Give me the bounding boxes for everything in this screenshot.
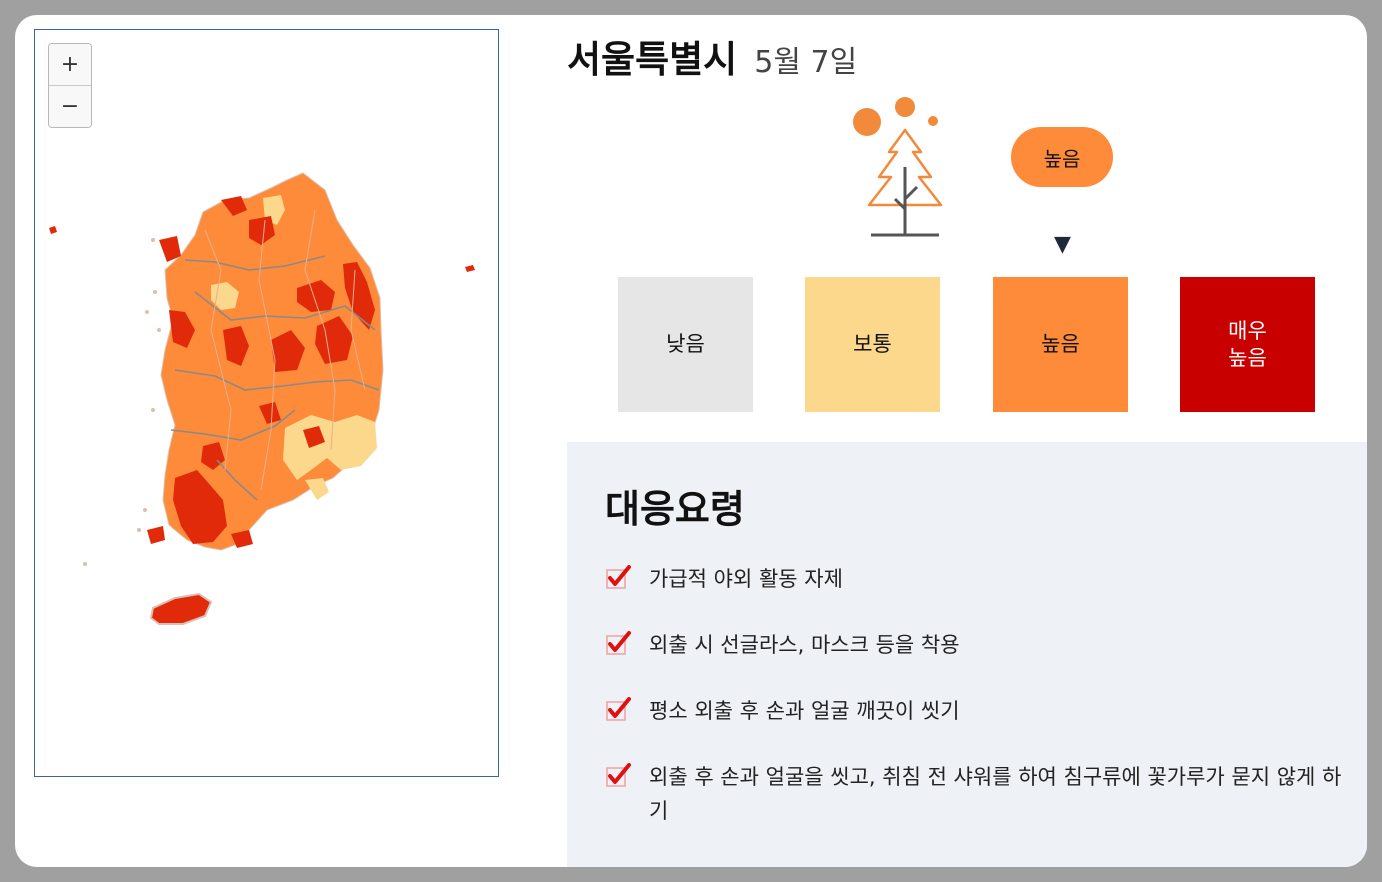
response-item: 평소 외출 후 손과 얼굴 깨끗이 씻기 [605,694,1345,728]
level-moderate: 보통 [805,277,940,412]
level-label: 매우 높음 [1228,318,1267,370]
zoom-out-button[interactable]: − [49,85,91,127]
header: 서울특별시 5월 7일 [567,29,857,83]
response-item-text: 평소 외출 후 손과 얼굴 깨끗이 씻기 [649,699,960,723]
ulleungdo-island [465,265,475,272]
red-checkmark-icon [606,631,631,655]
response-title: 대응요령 [605,487,745,531]
red-checkmark-icon [606,565,631,589]
pollen-tree-icon [853,97,943,237]
response-item: 외출 후 손과 얼굴을 씻고, 취침 전 샤워를 하여 침구류에 꽃가루가 묻지… [605,760,1345,828]
baengnyeong-island [49,226,57,234]
response-item: 외출 시 선글라스, 마스크 등을 착용 [605,628,1345,662]
response-item: 가급적 야외 활동 자제 [605,562,1345,596]
region-title: 서울특별시 [567,38,738,81]
level-label: 보통 [853,332,892,356]
current-level-badge: 높음 [1011,127,1113,187]
level-label: 낮음 [666,332,705,356]
red-checkmark-icon [606,697,631,721]
zoom-in-button[interactable]: + [49,44,91,85]
level-pointer-icon: ▼ [1054,232,1071,257]
response-item-text: 외출 시 선글라스, 마스크 등을 착용 [649,633,960,657]
level-high: 높음 [993,277,1128,412]
zoom-control: + − [48,43,92,128]
level-low: 낮음 [618,277,753,412]
west-coast-islands [83,238,161,566]
korea-choropleth-map[interactable] [35,30,498,776]
region-map[interactable]: + − [34,29,499,777]
response-item-text: 외출 후 손과 얼굴을 씻고, 취침 전 샤워를 하여 침구류에 꽃가루가 묻지… [649,765,1342,823]
response-guide: 대응요령 가급적 야외 활동 자제 외출 시 선글라스, 마스크 등을 착용 평… [567,442,1367,867]
jeju-island [149,592,213,625]
red-checkmark-icon [606,763,631,787]
response-item-text: 가급적 야외 활동 자제 [649,567,843,591]
level-very-high: 매우 높음 [1180,277,1315,412]
forecast-date: 5월 7일 [754,45,858,80]
level-label: 높음 [1041,332,1080,356]
pollen-forecast-card: + − 서울특별시 5월 7일 높음 ▼ 낮음 보통 높음 매우 높음 대응요령 [15,15,1367,867]
